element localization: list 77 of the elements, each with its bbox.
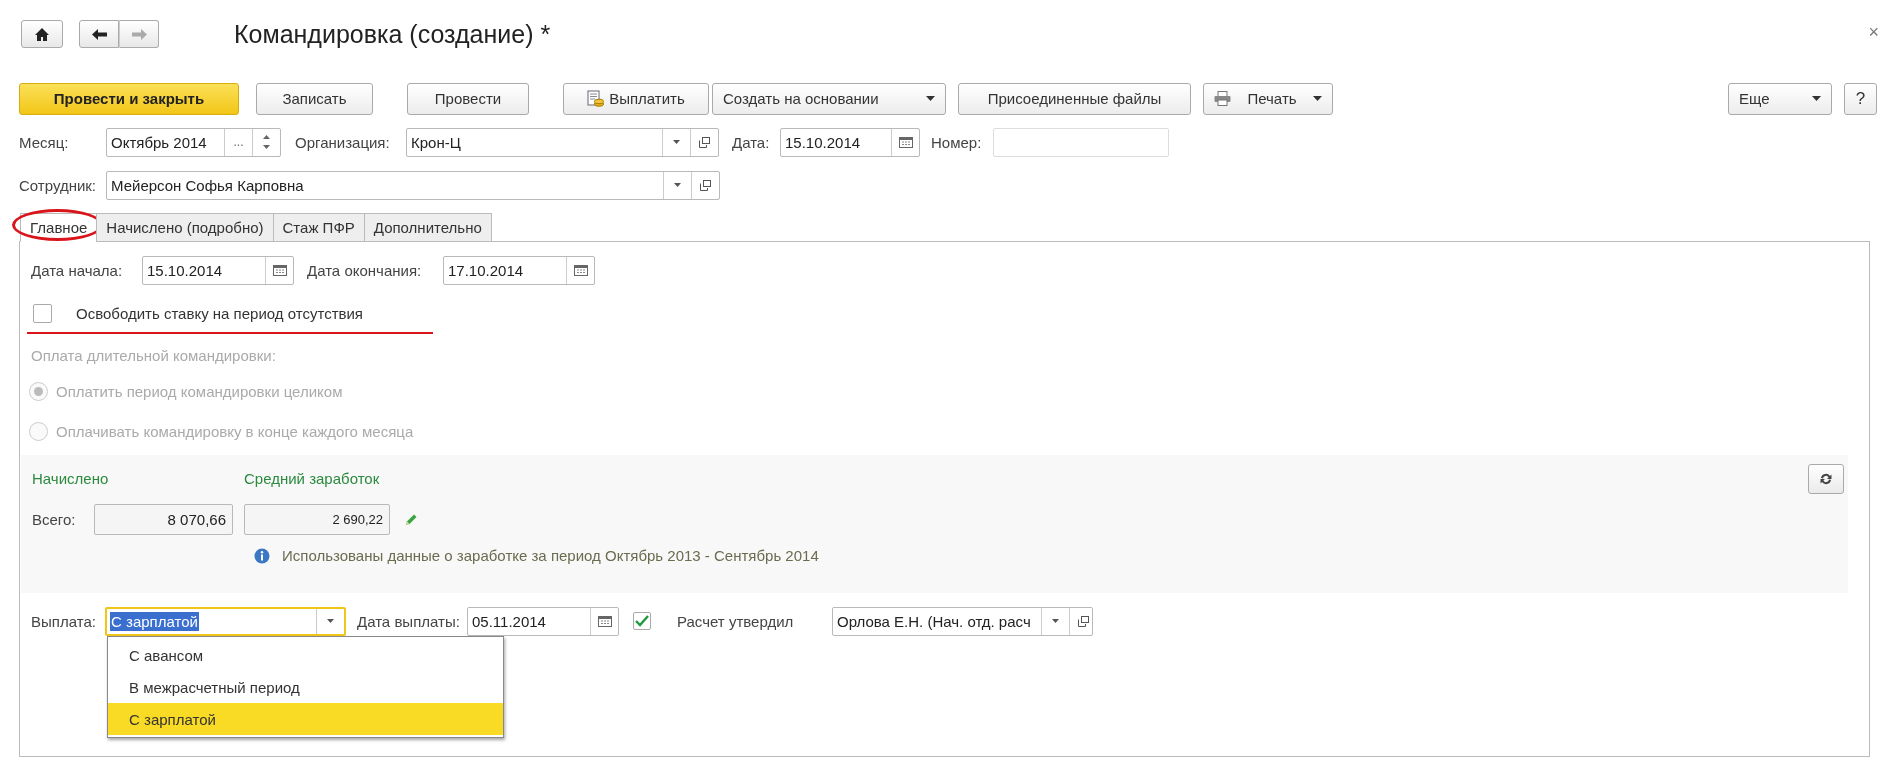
pencil-icon [404, 512, 418, 527]
printer-icon [1214, 91, 1231, 106]
month-field[interactable]: Октябрь 2014 ... [106, 127, 281, 157]
date-field[interactable]: 15.10.2014 [780, 127, 920, 157]
caret-icon [673, 140, 680, 144]
toolbar-button[interactable]: Записать [256, 82, 373, 115]
section-heading: Средний заработок [244, 470, 380, 487]
dropdown-item[interactable]: В межрасчетный период [108, 671, 503, 703]
readonly-field: 8 070,66 [94, 504, 233, 535]
open-window-icon [699, 136, 710, 148]
refresh-button[interactable] [1808, 464, 1844, 494]
calendar-icon [898, 136, 913, 148]
field-label: Дата начала: [31, 261, 124, 279]
window-title: Командировка (создание) * [234, 19, 551, 49]
radio-label: Оплатить период командировки целиком [56, 382, 343, 400]
caret-icon [1812, 96, 1821, 101]
info-icon [254, 547, 270, 564]
edit-button[interactable] [404, 512, 418, 527]
primary-button[interactable]: Провести и закрыть [19, 82, 239, 115]
caret-icon [674, 183, 681, 187]
open-window-icon [700, 179, 711, 191]
field-label: Расчет утвердил [677, 612, 795, 630]
menu-button[interactable]: Создать на основании [712, 82, 946, 115]
date-field[interactable]: 17.10.2014 [443, 255, 595, 285]
info-text: Использованы данные о заработке за период Октябрь 2013 - Сентябрь 2014 [282, 547, 819, 564]
group-label: Оплата длительной командировки: [31, 347, 277, 364]
radio-label: Оплачивать командировку в конце каждого месяца [56, 422, 414, 440]
caret-icon [1052, 619, 1059, 623]
date-field[interactable]: 05.11.2014 [467, 606, 619, 636]
organization-field[interactable]: Крон-Ц [406, 127, 719, 157]
field-label: Выплата: [31, 612, 97, 630]
field-label: Номер: [931, 133, 983, 151]
date-field[interactable]: 15.10.2014 [142, 255, 294, 285]
close-button[interactable]: × [1864, 22, 1883, 43]
toolbar-button[interactable]: ? [1844, 82, 1877, 115]
readonly-field: 2 690,22 [244, 504, 390, 535]
tab[interactable]: Стаж ПФР [272, 213, 365, 242]
calendar-icon [573, 264, 588, 276]
field-label: Сотрудник: [19, 176, 98, 194]
section-heading: Начислено [32, 470, 110, 487]
calendar-icon [597, 615, 612, 627]
dropdown-item[interactable]: С зарплатой [108, 703, 503, 735]
document-coins-icon [587, 90, 605, 107]
field-label: Дата окончания: [307, 261, 423, 279]
home-button[interactable] [21, 20, 63, 48]
spin-arrows-icon [263, 135, 270, 149]
field-label: Месяц: [19, 133, 70, 151]
checkmark-icon [635, 615, 649, 627]
menu-button[interactable]: Печать [1203, 82, 1333, 115]
caret-icon [327, 619, 334, 623]
back-arrow-icon [91, 28, 107, 40]
field-label: Всего: [32, 511, 77, 528]
tab[interactable]: Дополнительно [363, 213, 492, 242]
checkbox[interactable] [633, 612, 651, 630]
open-window-icon [1078, 615, 1089, 627]
checkbox[interactable] [33, 303, 52, 323]
approver-field[interactable]: Орлова Е.Н. (Нач. отд. расч [832, 606, 1093, 636]
number-field[interactable] [993, 127, 1169, 157]
payout-field[interactable]: С зарплатой [105, 606, 346, 636]
toolbar-button[interactable]: Провести [407, 82, 529, 115]
checkbox-label: Освободить ставку на период отсутствия [76, 304, 363, 322]
toolbar-button[interactable]: Присоединенные файлы [958, 82, 1191, 115]
field-label: Дата: [732, 133, 771, 151]
forward-arrow-icon [131, 28, 147, 40]
tab[interactable]: Начислено (подробно) [96, 213, 274, 242]
home-icon [35, 27, 49, 41]
field-label: Дата выплаты: [357, 612, 461, 630]
calendar-icon [272, 264, 287, 276]
toolbar-button[interactable]: Выплатить [563, 82, 709, 115]
caret-icon [1313, 96, 1322, 101]
back-button[interactable] [79, 20, 119, 48]
caret-icon [926, 96, 935, 101]
refresh-icon [1819, 472, 1833, 486]
field-label: Организация: [295, 133, 391, 151]
employee-field[interactable]: Мейерсон Софья Карповна [106, 170, 720, 200]
dropdown-item[interactable]: С авансом [108, 639, 503, 671]
menu-button[interactable]: Еще [1728, 82, 1832, 115]
